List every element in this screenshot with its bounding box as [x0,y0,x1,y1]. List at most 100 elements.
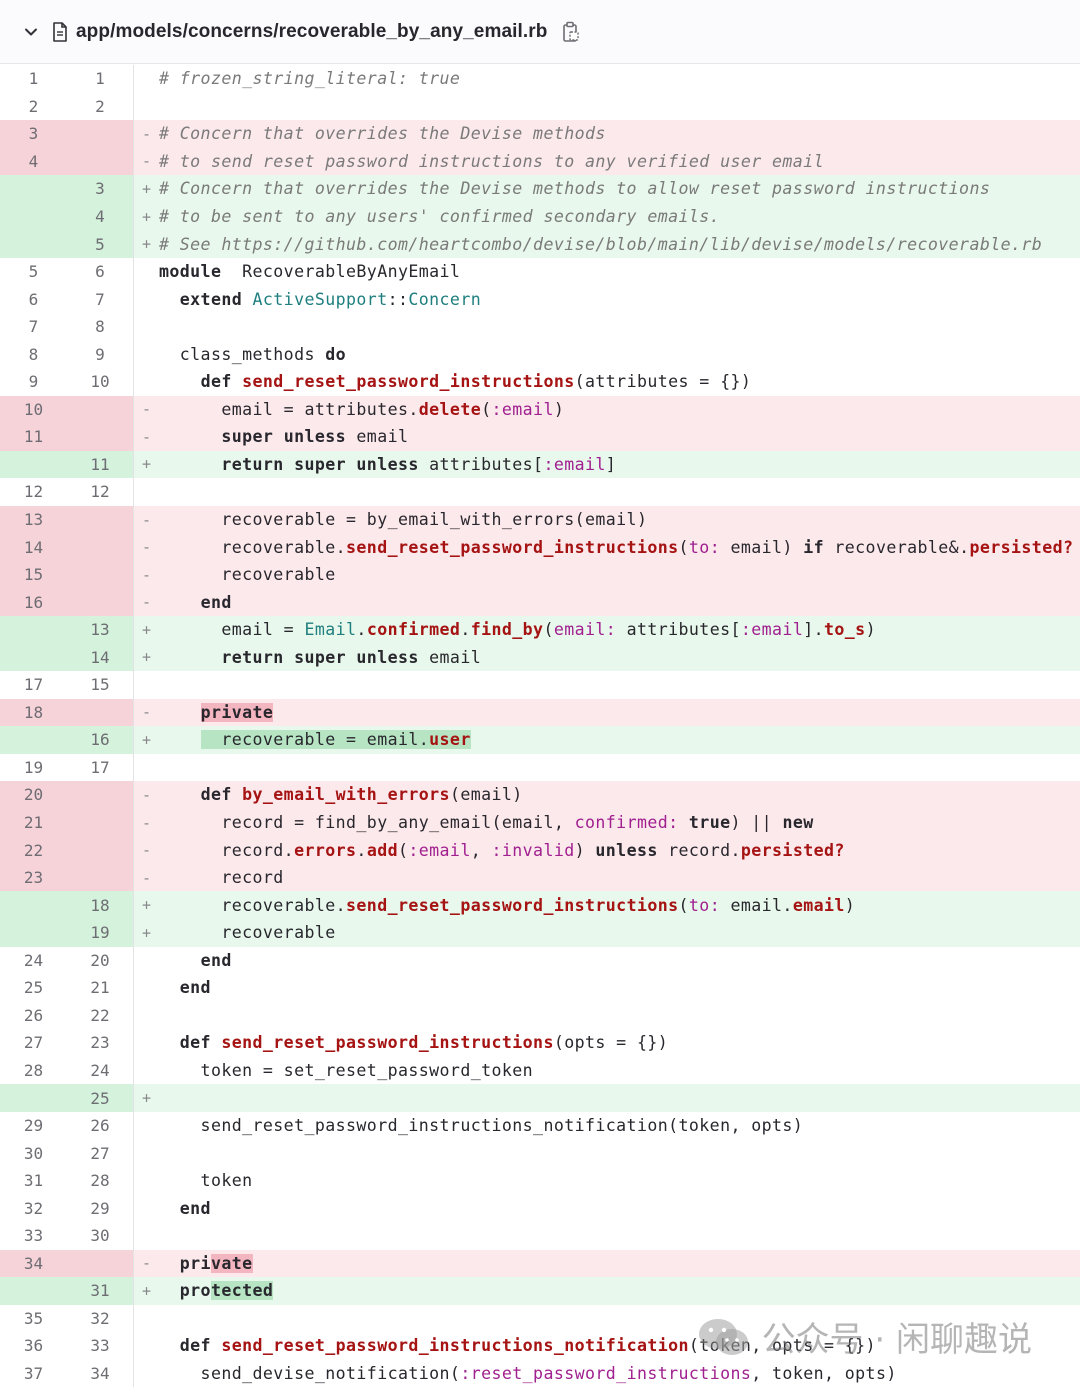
file-path[interactable]: app/models/concerns/recoverable_by_any_e… [76,21,547,43]
old-line-number[interactable]: 16 [0,588,67,616]
old-line-number[interactable]: 26 [0,1002,67,1030]
new-line-number[interactable]: 34 [67,1359,134,1388]
old-line-number[interactable]: 21 [0,808,67,837]
new-line-number[interactable]: 30 [67,1221,134,1250]
old-line-number[interactable]: 33 [0,1222,67,1250]
new-line-number[interactable]: 14 [67,643,134,672]
old-line-number[interactable]: 10 [0,395,67,424]
old-line-number[interactable]: 31 [0,1167,67,1195]
new-line-number[interactable]: 19 [67,918,134,947]
new-line-number[interactable]: 7 [67,285,134,313]
old-line-number[interactable]: 20 [0,781,67,809]
new-line-number[interactable]: 6 [67,257,134,286]
new-line-number[interactable]: 22 [67,1001,134,1030]
old-line-number[interactable]: 28 [0,1057,67,1085]
old-line-number[interactable]: 24 [0,947,67,975]
old-line-number[interactable]: 35 [0,1305,67,1333]
new-line-number[interactable]: 18 [67,891,134,919]
new-line-number[interactable]: 25 [67,1084,134,1112]
old-line-number[interactable]: 36 [0,1332,67,1360]
old-line-number[interactable]: 2 [0,93,67,121]
new-line-number[interactable]: 24 [67,1056,134,1085]
old-line-number[interactable] [0,450,67,479]
new-line-number[interactable]: 17 [67,753,134,782]
old-line-number[interactable] [0,1277,67,1305]
new-line-number[interactable] [67,533,134,561]
new-line-number[interactable] [67,588,134,616]
new-line-number[interactable]: 20 [67,946,134,975]
new-line-number[interactable]: 21 [67,974,134,1002]
new-line-number[interactable]: 26 [67,1111,134,1140]
new-line-number[interactable] [67,1249,134,1278]
new-line-number[interactable]: 5 [67,230,134,258]
old-line-number[interactable] [0,615,67,644]
new-line-number[interactable] [67,423,134,451]
old-line-number[interactable]: 6 [0,285,67,313]
old-line-number[interactable] [0,230,67,258]
new-line-number[interactable]: 11 [67,450,134,479]
new-line-number[interactable]: 27 [67,1139,134,1167]
old-line-number[interactable]: 15 [0,560,67,589]
new-line-number[interactable]: 32 [67,1304,134,1333]
old-line-number[interactable]: 23 [0,863,67,892]
old-line-number[interactable]: 1 [0,65,67,93]
new-line-number[interactable] [67,560,134,589]
old-line-number[interactable]: 34 [0,1249,67,1278]
code-token: send_reset_password_instructions_notific… [159,1116,804,1136]
new-line-number[interactable]: 33 [67,1332,134,1360]
old-line-number[interactable]: 17 [0,671,67,699]
new-line-number[interactable]: 13 [67,615,134,644]
chevron-down-icon[interactable] [20,21,42,43]
new-line-number[interactable] [67,698,134,727]
old-line-number[interactable]: 14 [0,533,67,561]
old-line-number[interactable]: 3 [0,120,67,148]
new-line-number[interactable]: 16 [67,726,134,754]
old-line-number[interactable] [0,891,67,919]
old-line-number[interactable]: 18 [0,698,67,727]
new-line-number[interactable]: 4 [67,202,134,231]
old-line-number[interactable] [0,202,67,231]
old-line-number[interactable]: 9 [0,368,67,396]
new-line-number[interactable]: 10 [67,368,134,396]
new-line-number[interactable]: 2 [67,92,134,121]
new-line-number[interactable]: 29 [67,1194,134,1222]
new-line-number[interactable]: 12 [67,478,134,506]
new-line-number[interactable]: 9 [67,340,134,369]
old-line-number[interactable]: 32 [0,1194,67,1222]
old-line-number[interactable]: 37 [0,1360,67,1388]
new-line-number[interactable]: 31 [67,1277,134,1305]
new-line-number[interactable]: 28 [67,1166,134,1195]
old-line-number[interactable]: 11 [0,423,67,451]
copy-path-icon[interactable] [559,20,583,44]
new-line-number[interactable]: 23 [67,1029,134,1057]
old-line-number[interactable]: 7 [0,313,67,341]
new-line-number[interactable] [67,505,134,534]
old-line-number[interactable] [0,1084,67,1112]
old-line-number[interactable] [0,918,67,947]
new-line-number[interactable] [67,395,134,424]
new-line-number[interactable]: 3 [67,175,134,203]
old-line-number[interactable]: 13 [0,505,67,534]
old-line-number[interactable]: 27 [0,1029,67,1057]
old-line-number[interactable] [0,643,67,672]
new-line-number[interactable] [67,808,134,837]
new-line-number[interactable] [67,147,134,176]
old-line-number[interactable]: 22 [0,836,67,864]
old-line-number[interactable]: 4 [0,147,67,176]
new-line-number[interactable] [67,863,134,892]
new-line-number[interactable] [67,120,134,148]
old-line-number[interactable]: 5 [0,258,67,286]
old-line-number[interactable]: 30 [0,1139,67,1167]
new-line-number[interactable]: 1 [67,65,134,93]
old-line-number[interactable]: 19 [0,754,67,782]
new-line-number[interactable]: 8 [67,312,134,341]
old-line-number[interactable]: 25 [0,974,67,1002]
old-line-number[interactable] [0,726,67,754]
new-line-number[interactable] [67,836,134,864]
old-line-number[interactable]: 12 [0,478,67,506]
old-line-number[interactable]: 8 [0,340,67,368]
old-line-number[interactable]: 29 [0,1112,67,1140]
new-line-number[interactable] [67,781,134,809]
old-line-number[interactable] [0,175,67,203]
new-line-number[interactable]: 15 [67,671,134,699]
